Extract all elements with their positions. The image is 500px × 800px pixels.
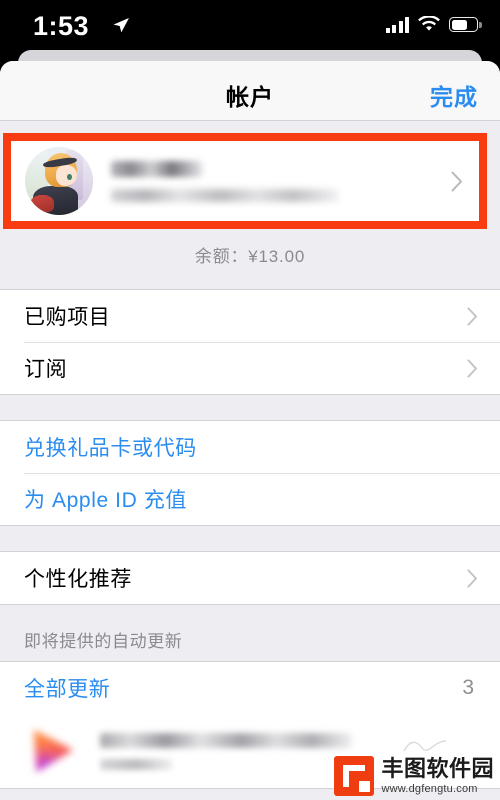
sidebar-item-personalized-recommendations[interactable]: 个性化推荐 [0, 552, 500, 604]
video-app-icon [22, 721, 82, 781]
redeem-label: 兑换礼品卡或代码 [24, 437, 197, 460]
spacer [0, 267, 500, 289]
location-arrow-icon [112, 17, 130, 35]
sidebar-item-subscriptions[interactable]: 订阅 [0, 342, 500, 394]
sidebar-item-purchased[interactable]: 已购项目 [0, 290, 500, 342]
app-subtitle-redacted [100, 758, 172, 770]
status-bar: 1:53 [0, 0, 500, 52]
profile-row[interactable] [11, 141, 479, 221]
account-email-redacted [111, 188, 339, 202]
page-title: 帐户 [226, 84, 274, 110]
redeem-gift-card-button[interactable]: 兑换礼品卡或代码 [0, 421, 500, 473]
update-all-button[interactable]: 全部更新 3 [0, 662, 500, 714]
chevron-right-icon [467, 306, 478, 326]
purchased-label: 已购项目 [24, 306, 111, 329]
app-title-redacted [100, 732, 352, 748]
update-count-badge: 3 [462, 676, 474, 699]
spacer [0, 395, 500, 420]
profile-texts [93, 160, 451, 202]
cellular-signal-icon [385, 16, 409, 33]
phone-screen: 1:53 帐户 完成 余额：¥13.00 已购项目 订阅 兑换礼品卡或代码 为 … [0, 0, 500, 800]
status-bar-indicators [385, 15, 482, 33]
profile-section [0, 133, 500, 229]
avatar [25, 147, 93, 215]
updates-section-header: 即将提供的自动更新 [24, 632, 183, 651]
recommendations-label: 个性化推荐 [24, 568, 132, 591]
update-all-label: 全部更新 [24, 678, 111, 701]
balance-text: 余额：¥13.00 [194, 247, 306, 266]
updates-group: 全部更新 3 [0, 661, 500, 789]
done-button[interactable]: 完成 [430, 78, 478, 112]
payment-group: 兑换礼品卡或代码 为 Apple ID 充值 [0, 420, 500, 526]
spacer [0, 526, 500, 551]
add-funds-label: 为 Apple ID 充值 [24, 489, 188, 512]
subscriptions-label: 订阅 [24, 358, 68, 381]
nav-bar: 帐户 完成 [0, 61, 500, 121]
status-bar-time: 1:53 [33, 11, 90, 41]
chevron-right-icon [451, 171, 463, 192]
account-sheet: 帐户 完成 余额：¥13.00 已购项目 订阅 兑换礼品卡或代码 为 Apple… [0, 61, 500, 800]
battery-icon [449, 17, 482, 32]
recommendation-group: 个性化推荐 [0, 551, 500, 605]
account-name-redacted [111, 160, 203, 177]
chevron-right-icon [467, 358, 478, 378]
chevron-right-icon [467, 568, 478, 588]
account-group: 已购项目 订阅 [0, 289, 500, 395]
squiggle-decoration [403, 740, 447, 752]
add-funds-button[interactable]: 为 Apple ID 充值 [0, 473, 500, 525]
wifi-icon [418, 15, 440, 33]
